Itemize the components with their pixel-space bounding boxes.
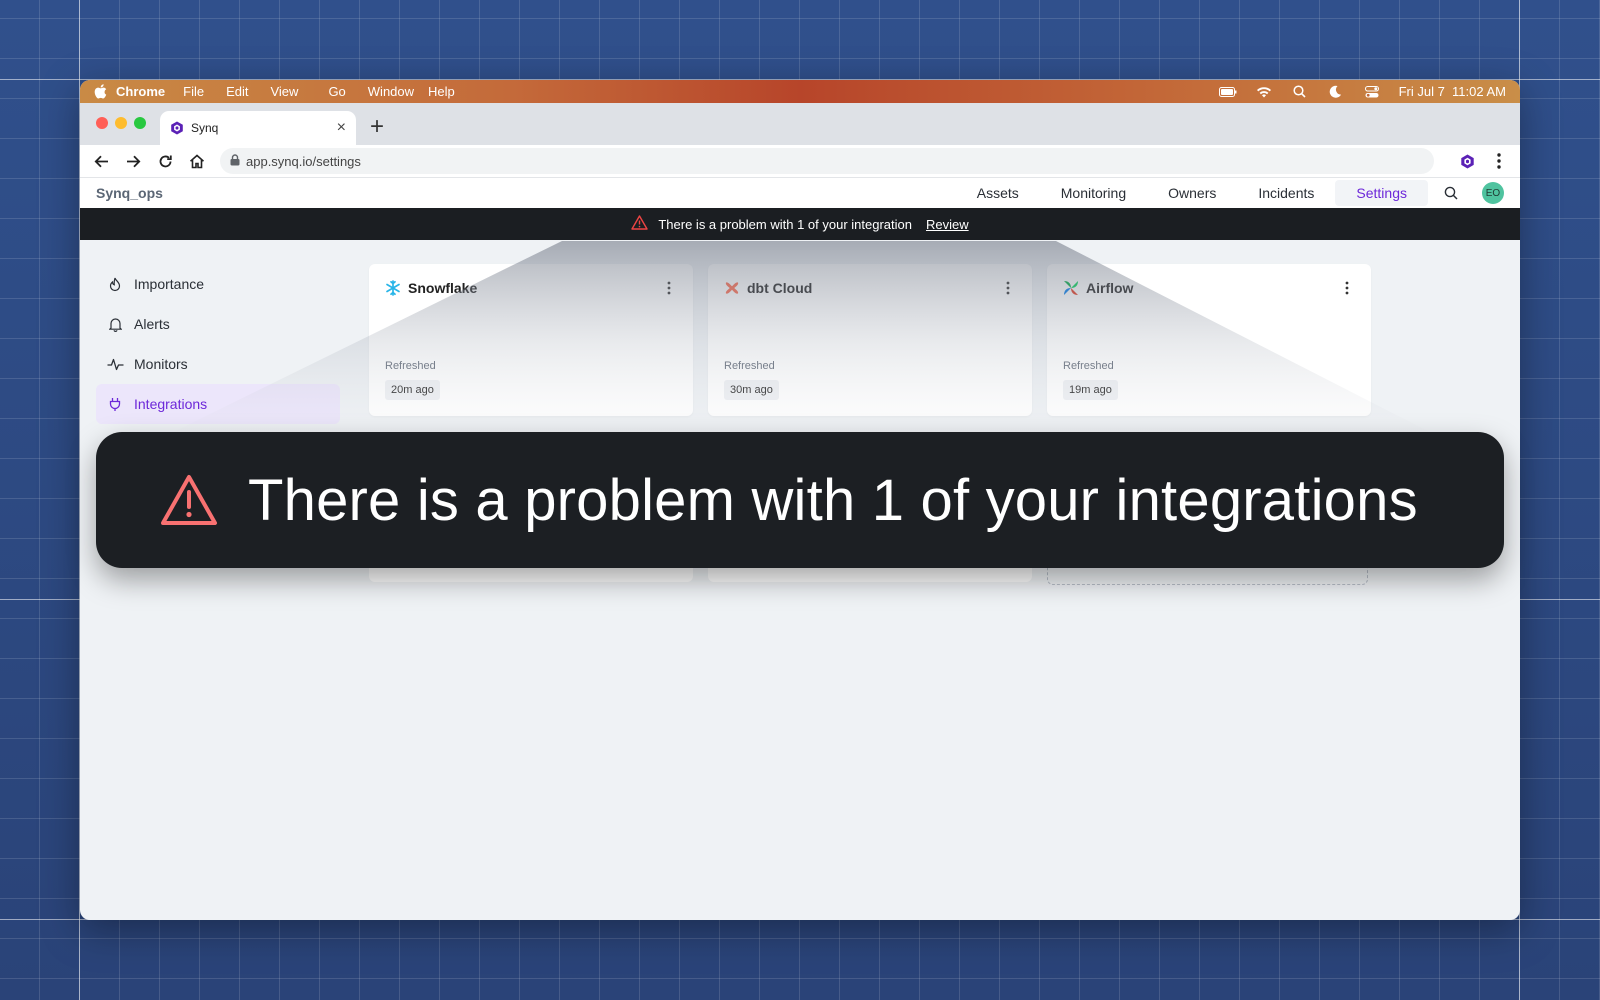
close-tab-icon[interactable]: ×	[337, 119, 346, 137]
synq-favicon-icon	[170, 121, 184, 135]
sidebar-item-alerts[interactable]: Alerts	[96, 304, 340, 344]
workspace-name[interactable]: Synq_ops	[96, 185, 163, 201]
snowflake-icon	[385, 280, 401, 296]
plug-icon	[106, 395, 124, 413]
avatar[interactable]: EO	[1482, 182, 1504, 204]
spotlight-search-icon[interactable]	[1291, 85, 1309, 99]
sidebar-item-label: Importance	[134, 276, 205, 292]
warning-icon	[160, 474, 218, 526]
apple-icon[interactable]	[94, 84, 116, 99]
integration-card[interactable]: Airflow Refreshed 19m ago	[1047, 264, 1371, 416]
nav-assets[interactable]: Assets	[956, 180, 1040, 206]
problem-banner: There is a problem with 1 of your integr…	[80, 208, 1520, 240]
pulse-icon	[106, 355, 124, 373]
browser-menu-icon[interactable]	[1490, 152, 1508, 170]
window-controls	[96, 117, 146, 129]
refreshed-label: Refreshed	[385, 360, 436, 372]
forward-arrow-icon[interactable]	[124, 152, 142, 170]
sidebar-item-label: Monitors	[134, 356, 188, 372]
flame-icon	[106, 275, 124, 293]
sidebar-item-importance[interactable]: Importance	[96, 264, 340, 304]
tab-title: Synq	[191, 121, 219, 135]
menu-view[interactable]: View	[270, 84, 298, 99]
wifi-icon[interactable]	[1255, 85, 1273, 99]
nav-incidents[interactable]: Incidents	[1237, 180, 1335, 206]
settings-content: Importance Alerts Monitors Integrations	[80, 240, 1520, 919]
nav-owners[interactable]: Owners	[1147, 180, 1237, 206]
sidebar-item-label: Alerts	[134, 316, 170, 332]
refreshed-label: Refreshed	[724, 360, 775, 372]
app-header: Synq_ops Assets Monitoring Owners Incide…	[80, 178, 1520, 208]
minimize-window-button[interactable]	[115, 117, 127, 129]
banner-message: There is a problem with 1 of your integr…	[658, 216, 912, 232]
home-icon[interactable]	[188, 152, 206, 170]
sidebar-item-label: Integrations	[134, 396, 208, 412]
nav-settings[interactable]: Settings	[1335, 180, 1428, 206]
sidebar-item-monitors[interactable]: Monitors	[96, 344, 340, 384]
menu-window[interactable]: Window	[368, 84, 414, 99]
mac-menu-bar: Chrome File Edit View Go Window Help Fri…	[80, 80, 1520, 103]
zoom-window-button[interactable]	[134, 117, 146, 129]
url-field[interactable]: app.synq.io/settings	[220, 148, 1434, 174]
review-link[interactable]: Review	[926, 217, 969, 232]
settings-sidebar: Importance Alerts Monitors Integrations	[96, 264, 340, 424]
warning-icon	[631, 215, 649, 233]
more-options-icon[interactable]	[1000, 280, 1016, 296]
search-icon[interactable]	[1444, 185, 1460, 201]
menu-go[interactable]: Go	[328, 84, 345, 99]
refreshed-label: Refreshed	[1063, 360, 1114, 372]
moon-icon[interactable]	[1327, 85, 1345, 99]
nav-monitoring[interactable]: Monitoring	[1040, 180, 1147, 206]
menu-app-name[interactable]: Chrome	[116, 84, 165, 99]
integration-name: Airflow	[1086, 280, 1134, 296]
address-bar: app.synq.io/settings	[80, 145, 1520, 178]
browser-tab[interactable]: Synq ×	[160, 111, 356, 145]
refreshed-time: 19m ago	[1063, 380, 1118, 400]
integration-card[interactable]: dbt Cloud Refreshed 30m ago	[708, 264, 1032, 416]
menu-file[interactable]: File	[183, 84, 204, 99]
integration-name: Snowflake	[408, 280, 478, 296]
dbt-icon	[724, 280, 740, 296]
callout-message: There is a problem with 1 of your integr…	[248, 467, 1418, 533]
bell-icon	[106, 315, 124, 333]
close-window-button[interactable]	[96, 117, 108, 129]
problem-callout: There is a problem with 1 of your integr…	[96, 432, 1504, 568]
integration-name: dbt Cloud	[747, 280, 813, 296]
more-options-icon[interactable]	[661, 280, 677, 296]
refreshed-time: 20m ago	[385, 380, 440, 400]
integration-card[interactable]: Snowflake Refreshed 20m ago	[369, 264, 693, 416]
menu-clock[interactable]: Fri Jul 7 11:02 AM	[1399, 84, 1506, 99]
more-options-icon[interactable]	[1339, 280, 1355, 296]
airflow-icon	[1063, 280, 1079, 296]
menu-edit[interactable]: Edit	[226, 84, 248, 99]
control-center-icon[interactable]	[1363, 85, 1381, 99]
sidebar-item-integrations[interactable]: Integrations	[96, 384, 340, 424]
lock-icon	[230, 153, 240, 169]
synq-extension-icon[interactable]	[1458, 152, 1476, 170]
battery-icon[interactable]	[1218, 85, 1237, 99]
reload-icon[interactable]	[156, 152, 174, 170]
back-arrow-icon[interactable]	[92, 152, 110, 170]
menu-help[interactable]: Help	[428, 84, 455, 99]
url-text: app.synq.io/settings	[246, 153, 361, 169]
main-nav: Assets Monitoring Owners Incidents Setti…	[956, 180, 1428, 206]
tab-strip: Synq × +	[80, 103, 1520, 145]
refreshed-time: 30m ago	[724, 380, 779, 400]
new-tab-button[interactable]: +	[370, 115, 384, 139]
